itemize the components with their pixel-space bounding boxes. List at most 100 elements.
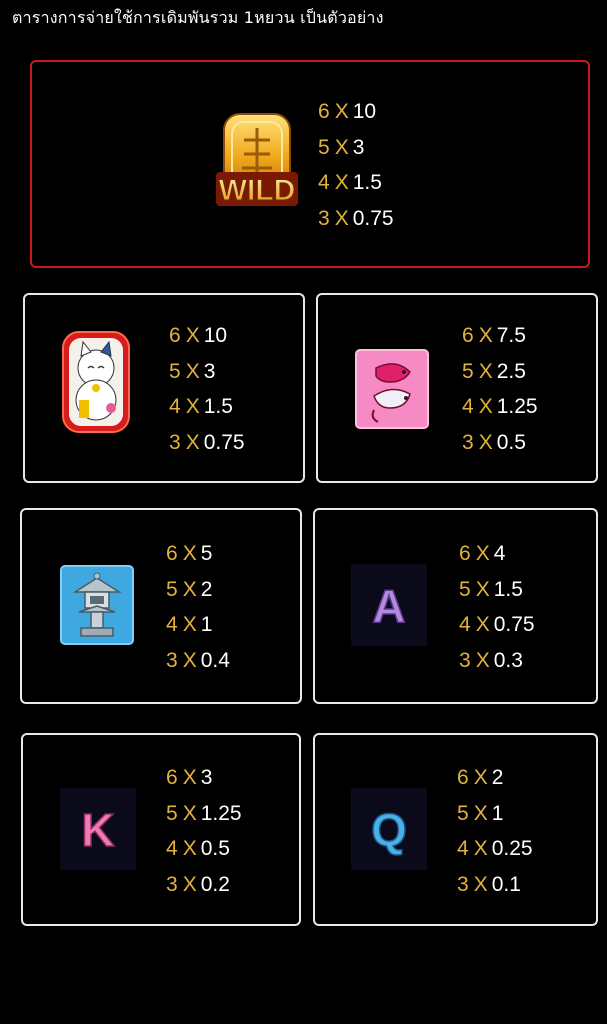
times-sign: X bbox=[473, 872, 488, 896]
symbol-count: 4 bbox=[459, 613, 471, 636]
times-sign: X bbox=[185, 395, 200, 418]
times-sign: X bbox=[185, 359, 200, 383]
pay-row: 3 X 0.4 bbox=[166, 643, 230, 679]
pay-row: 5 X 1.25 bbox=[166, 796, 242, 832]
pay-row: 6 X 10 bbox=[169, 318, 245, 354]
pay-row: 6 X 7.5 bbox=[462, 318, 538, 354]
multiplier: 0.5 bbox=[200, 837, 230, 860]
symbol-count: 5 bbox=[166, 801, 178, 825]
symbol-count: 6 bbox=[166, 542, 178, 565]
pay-row: 4 X 1.5 bbox=[169, 389, 245, 425]
symbol-count: 4 bbox=[169, 395, 181, 418]
multiplier: 0.4 bbox=[200, 648, 230, 672]
symbol-count: 3 bbox=[169, 430, 181, 454]
pay-row: 3 X 0.1 bbox=[457, 867, 533, 903]
symbol-count: 5 bbox=[457, 801, 469, 825]
times-sign: X bbox=[182, 837, 197, 860]
times-sign: X bbox=[182, 542, 197, 565]
times-sign: X bbox=[182, 613, 197, 636]
times-sign: X bbox=[473, 766, 488, 789]
symbol-count: 4 bbox=[462, 395, 474, 418]
times-sign: X bbox=[185, 324, 200, 347]
multiplier: 0.75 bbox=[493, 613, 535, 636]
pay-row: 4 X 1.25 bbox=[462, 389, 538, 425]
symbol-count: 3 bbox=[166, 872, 178, 896]
times-sign: X bbox=[478, 430, 493, 454]
symbol-count: 6 bbox=[318, 100, 330, 123]
paytable-card-letter-q: Q 6X2 5X1 4 X 0.25 3 X 0.1 bbox=[313, 733, 598, 926]
pay-row: 3 X 0.75 bbox=[318, 201, 394, 237]
multiplier: 0.75 bbox=[203, 430, 245, 454]
times-sign: X bbox=[473, 837, 488, 860]
letter-k-icon: K bbox=[60, 788, 136, 870]
multiplier: 4 bbox=[493, 542, 506, 565]
multiplier: 0.5 bbox=[496, 430, 526, 454]
pay-row: 3 X 0.3 bbox=[459, 643, 535, 679]
pay-row: 3 X 0.5 bbox=[462, 425, 538, 461]
pay-row: 6 X 10 bbox=[318, 94, 394, 130]
times-sign: X bbox=[478, 324, 493, 347]
letter-k-label: K bbox=[81, 804, 114, 856]
paytable-card-lucky-cat: 6 X 10 5X3 4 X 1.5 3 X 0.75 bbox=[23, 293, 305, 483]
multiplier: 0.1 bbox=[491, 872, 521, 896]
times-sign: X bbox=[334, 100, 349, 123]
pay-row: 5 X 2.5 bbox=[462, 354, 538, 390]
paytable-letter-a: 6X4 5 X 1.5 4 X 0.75 3 X 0.3 bbox=[459, 536, 535, 678]
symbol-count: 4 bbox=[457, 837, 469, 860]
multiplier: 1.5 bbox=[203, 395, 233, 418]
paytable-lucky-cat: 6 X 10 5X3 4 X 1.5 3 X 0.75 bbox=[169, 318, 245, 460]
multiplier: 1 bbox=[200, 613, 213, 636]
symbol-count: 3 bbox=[166, 648, 178, 672]
pay-row: 5X2 bbox=[166, 572, 230, 608]
symbol-count: 3 bbox=[457, 872, 469, 896]
times-sign: X bbox=[478, 359, 493, 383]
letter-q-label: Q bbox=[371, 804, 407, 856]
symbol-count: 5 bbox=[318, 135, 330, 159]
symbol-count: 5 bbox=[166, 577, 178, 601]
pay-row: 5X3 bbox=[169, 354, 245, 390]
symbol-count: 6 bbox=[169, 324, 181, 347]
koi-fish-icon bbox=[354, 348, 430, 430]
symbol-count: 6 bbox=[462, 324, 474, 347]
letter-a-icon: A bbox=[351, 564, 427, 646]
paytable-card-wild: WILD 6 X 10 5X3 4 X 1.5 3 X 0.75 bbox=[30, 60, 590, 268]
multiplier: 1.5 bbox=[352, 171, 382, 194]
letter-a-label: A bbox=[372, 580, 405, 632]
times-sign: X bbox=[475, 613, 490, 636]
multiplier: 0.2 bbox=[200, 872, 230, 896]
multiplier: 1.5 bbox=[493, 577, 523, 601]
stone-lantern-icon bbox=[59, 564, 135, 646]
symbol-count: 6 bbox=[457, 766, 469, 789]
multiplier: 0.3 bbox=[493, 648, 523, 672]
pay-row: 4 X 0.25 bbox=[457, 831, 533, 867]
lucky-cat-icon bbox=[61, 331, 131, 433]
symbol-count: 6 bbox=[166, 766, 178, 789]
symbol-count: 6 bbox=[459, 542, 471, 565]
paytable-wild: 6 X 10 5X3 4 X 1.5 3 X 0.75 bbox=[318, 94, 394, 236]
multiplier: 2 bbox=[491, 766, 504, 789]
multiplier: 1 bbox=[491, 801, 504, 825]
times-sign: X bbox=[473, 801, 488, 825]
letter-q-icon: Q bbox=[351, 788, 427, 870]
pay-row: 5X1 bbox=[457, 796, 533, 832]
times-sign: X bbox=[334, 135, 349, 159]
multiplier: 10 bbox=[352, 100, 377, 123]
pay-row: 3 X 0.2 bbox=[166, 867, 242, 903]
multiplier: 0.75 bbox=[352, 206, 394, 230]
paytable-card-letter-k: K 6X3 5 X 1.25 4 X 0.5 3 X 0.2 bbox=[21, 733, 301, 926]
paytable-card-koi: 6 X 7.5 5 X 2.5 4 X 1.25 3 X 0.5 bbox=[316, 293, 598, 483]
paytable-card-letter-a: A 6X4 5 X 1.5 4 X 0.75 3 X 0.3 bbox=[313, 508, 598, 704]
multiplier: 3 bbox=[203, 359, 216, 383]
multiplier: 10 bbox=[203, 324, 228, 347]
multiplier: 1.25 bbox=[496, 395, 538, 418]
paytable-koi: 6 X 7.5 5 X 2.5 4 X 1.25 3 X 0.5 bbox=[462, 318, 538, 460]
pay-row: 4 X 0.5 bbox=[166, 831, 242, 867]
times-sign: X bbox=[182, 648, 197, 672]
pay-row: 5X3 bbox=[318, 130, 394, 166]
symbol-count: 3 bbox=[318, 206, 330, 230]
times-sign: X bbox=[182, 801, 197, 825]
paytable-lantern: 6X5 5X2 4X1 3 X 0.4 bbox=[166, 536, 230, 678]
times-sign: X bbox=[182, 577, 197, 601]
pay-row: 6X3 bbox=[166, 760, 242, 796]
symbol-count: 3 bbox=[459, 648, 471, 672]
